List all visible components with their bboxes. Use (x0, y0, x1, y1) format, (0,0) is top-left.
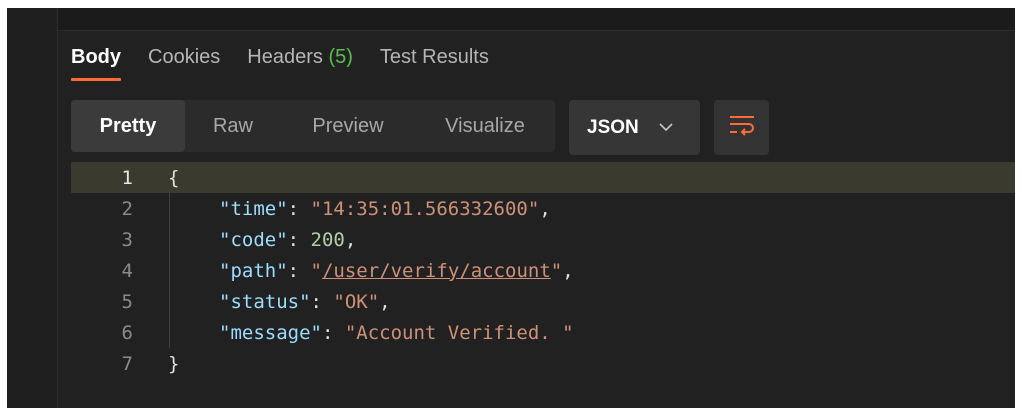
headers-count-badge: (5) (328, 46, 353, 68)
line-number: 1 (121, 166, 133, 189)
line-number: 6 (121, 321, 133, 344)
code-line: 2 "time": "14:35:01.566332600", (71, 193, 1015, 224)
code-line: 4 "path": "/user/verify/account", (71, 255, 1015, 286)
line-number: 3 (121, 228, 133, 251)
tab-headers[interactable]: Headers (5) (247, 46, 353, 81)
code-line: 6 "message": "Account Verified. " (71, 317, 1015, 348)
left-sidebar-edge (7, 8, 58, 408)
response-panel: Body Cookies Headers (5) Test Results Pr… (7, 8, 1015, 408)
json-field-message: "message": "Account Verified. " (219, 321, 574, 344)
response-tabs: Body Cookies Headers (5) Test Results (71, 46, 516, 81)
format-select[interactable]: JSON (569, 100, 700, 155)
view-visualize-button[interactable]: Visualize (415, 100, 555, 152)
chevron-down-icon (659, 123, 673, 132)
panel-divider (7, 8, 1015, 31)
code-line: 5 "status": "OK", (71, 286, 1015, 317)
word-wrap-button[interactable] (714, 100, 769, 155)
open-brace: { (168, 166, 180, 189)
close-brace: } (168, 352, 180, 375)
code-line: 1 { (71, 162, 1015, 193)
view-pretty-button[interactable]: Pretty (71, 100, 185, 152)
view-mode-group: Pretty Raw Preview Visualize (71, 100, 555, 152)
json-field-path: "path": "/user/verify/account", (219, 259, 574, 282)
json-field-time: "time": "14:35:01.566332600", (219, 197, 551, 220)
tab-test-results[interactable]: Test Results (380, 46, 489, 81)
view-preview-button[interactable]: Preview (281, 100, 415, 152)
path-link[interactable]: /user/verify/account (322, 260, 551, 282)
line-number: 7 (121, 352, 133, 375)
word-wrap-icon (728, 113, 756, 142)
tab-body[interactable]: Body (71, 46, 121, 81)
json-field-code: "code": 200, (219, 228, 357, 251)
code-line: 3 "code": 200, (71, 224, 1015, 255)
format-select-value: JSON (587, 116, 639, 138)
code-line: 7 } (71, 348, 1015, 379)
line-number: 4 (121, 259, 133, 282)
response-body-editor[interactable]: 1 { 2 "time": "14:35:01.566332600", 3 "c… (71, 162, 1015, 392)
line-number: 5 (121, 290, 133, 313)
view-raw-button[interactable]: Raw (185, 100, 281, 152)
tab-cookies[interactable]: Cookies (148, 46, 220, 81)
json-field-status: "status": "OK", (219, 290, 391, 313)
line-number: 2 (121, 197, 133, 220)
